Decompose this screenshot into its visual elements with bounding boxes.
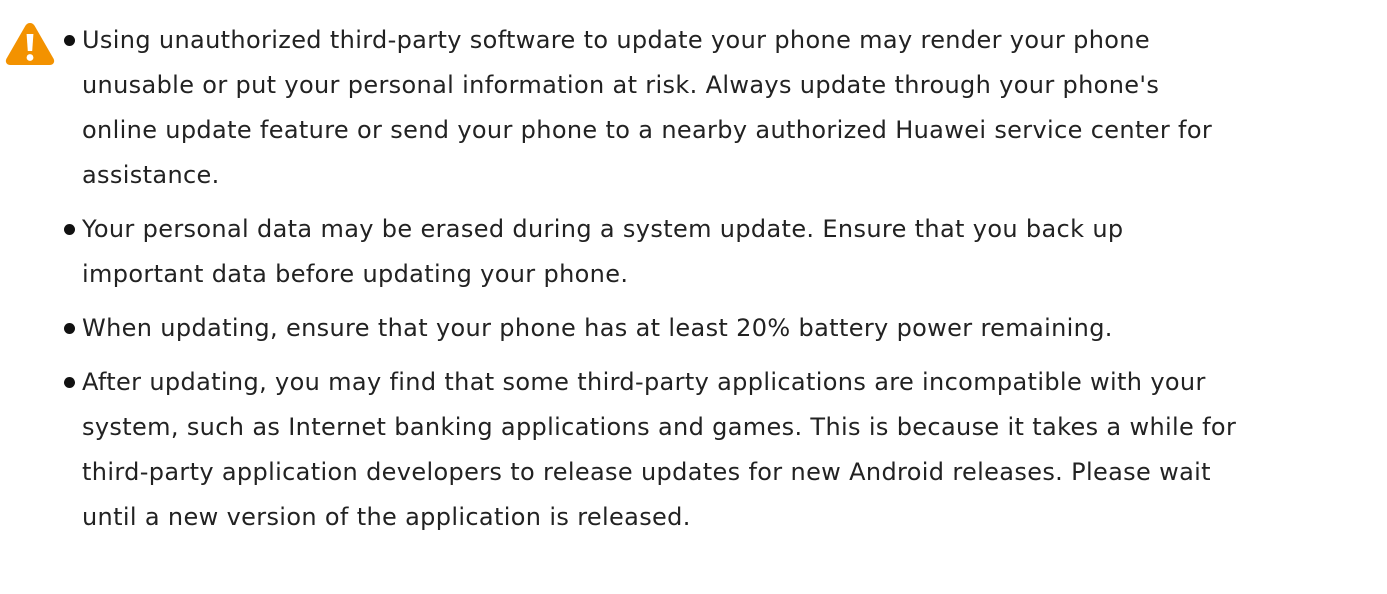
warning-notice: Using unauthorized third-party software … <box>0 0 1387 594</box>
notice-list: Using unauthorized third-party software … <box>62 18 1382 549</box>
list-item: Your personal data may be erased during … <box>62 207 1382 297</box>
list-item-text: Your personal data may be erased during … <box>82 215 1124 288</box>
list-item: Using unauthorized third-party software … <box>62 18 1382 198</box>
list-item-text: When updating, ensure that your phone ha… <box>82 314 1113 342</box>
bullet <box>64 323 75 334</box>
list-item-text: After updating, you may find that some t… <box>82 368 1237 531</box>
list-item-text: Using unauthorized third-party software … <box>82 26 1213 189</box>
warning-triangle-icon <box>4 20 56 66</box>
bullet <box>64 377 75 388</box>
bullet <box>64 35 75 46</box>
bullet <box>64 224 75 235</box>
list-item: After updating, you may find that some t… <box>62 360 1382 540</box>
list-item: When updating, ensure that your phone ha… <box>62 306 1382 351</box>
warning-triangle-graphic <box>5 23 55 65</box>
